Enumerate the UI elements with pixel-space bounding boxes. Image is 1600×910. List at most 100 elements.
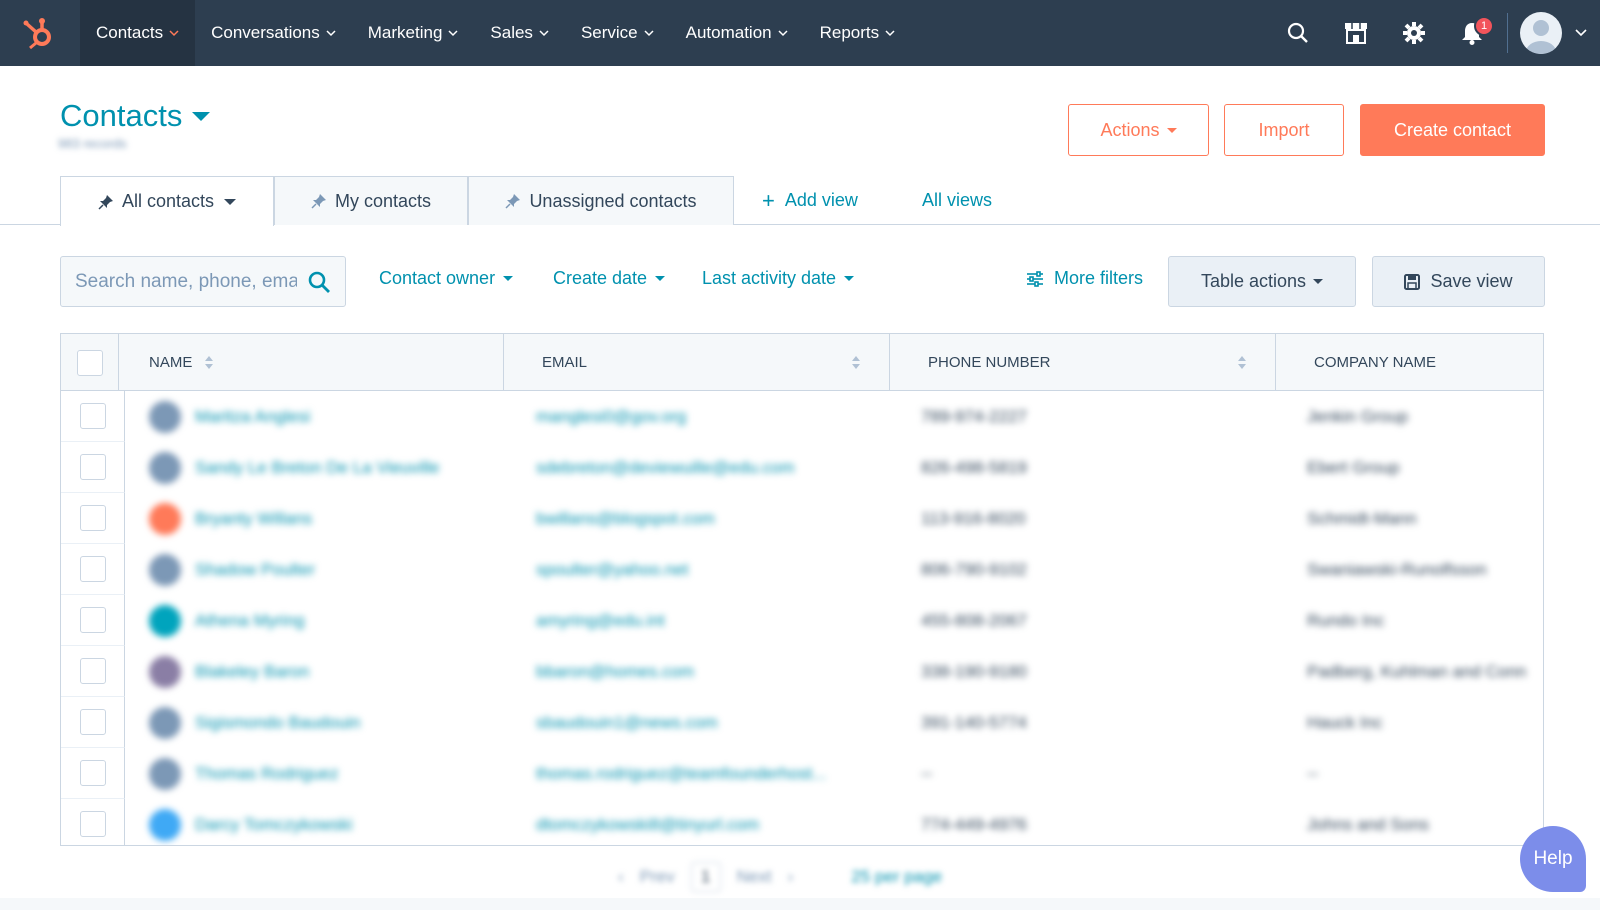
last-activity-date-filter[interactable]: Last activity date xyxy=(702,268,855,289)
contact-name-cell[interactable]: Blakeley Baron xyxy=(149,646,529,697)
row-checkbox[interactable] xyxy=(79,811,106,837)
nav-item-reports[interactable]: Reports xyxy=(804,0,912,66)
sort-icon[interactable] xyxy=(205,356,213,369)
row-checkbox[interactable] xyxy=(79,607,106,633)
contact-email[interactable]: manglesi0@gov.org xyxy=(536,391,916,442)
row-checkbox[interactable] xyxy=(79,709,106,735)
contact-company: Johns and Sons xyxy=(1307,814,1429,834)
contact-avatar xyxy=(149,451,181,484)
bell-icon[interactable]: 1 xyxy=(1443,0,1501,66)
prev-chevron-icon[interactable]: ‹ xyxy=(618,867,624,887)
table-actions-button[interactable]: Table actions xyxy=(1168,256,1356,307)
per-page-select[interactable]: 25 per page xyxy=(851,867,942,887)
contact-email[interactable]: sbaudouin1@news.com xyxy=(536,697,916,748)
contact-email[interactable]: bbaron@homes.com xyxy=(536,646,916,697)
nav-item-conversations[interactable]: Conversations xyxy=(195,0,352,66)
contact-email[interactable]: amyring@edu.int xyxy=(536,595,916,646)
marketplace-icon[interactable] xyxy=(1327,0,1385,66)
caret-down-icon xyxy=(844,276,855,281)
help-button[interactable]: Help xyxy=(1520,826,1586,892)
create-contact-button[interactable]: Create contact xyxy=(1360,104,1545,156)
contact-owner-filter[interactable]: Contact owner xyxy=(379,268,514,289)
row-checkbox[interactable] xyxy=(79,658,106,684)
contact-phone: 789-974-2227 xyxy=(921,406,1027,426)
import-button-label: Import xyxy=(1258,119,1310,140)
hubspot-logo-icon[interactable] xyxy=(0,0,80,66)
more-filters-button[interactable]: More filters xyxy=(1026,268,1143,289)
contact-avatar xyxy=(149,502,181,535)
next-chevron-icon[interactable]: › xyxy=(788,867,794,887)
contact-name: Bryanty Willans xyxy=(195,508,313,528)
nav-item-label: Conversations xyxy=(211,23,320,42)
contact-email[interactable]: bwillans@blogspot.com xyxy=(536,493,916,544)
nav-item-sales[interactable]: Sales xyxy=(474,0,565,66)
actions-button[interactable]: Actions xyxy=(1068,104,1209,156)
select-all-checkbox[interactable] xyxy=(76,349,103,376)
current-page[interactable]: 1 xyxy=(690,862,721,892)
page-title[interactable]: Contacts xyxy=(60,98,211,134)
contact-name-cell[interactable]: Thomas Rodriguez xyxy=(149,748,529,799)
tab-unassigned-contacts[interactable]: Unassigned contacts xyxy=(468,176,734,225)
top-navigation-bar: Contacts Conversations Marketing Sales S… xyxy=(0,0,1600,66)
contact-email[interactable]: spoulter@yahoo.net xyxy=(536,544,916,595)
column-header-email[interactable]: EMAIL xyxy=(504,334,890,391)
row-checkbox[interactable] xyxy=(79,403,106,429)
user-avatar-icon[interactable] xyxy=(1520,12,1562,54)
prev-page-button[interactable]: Prev xyxy=(640,867,675,887)
import-button[interactable]: Import xyxy=(1224,104,1344,156)
nav-item-marketing[interactable]: Marketing xyxy=(352,0,475,66)
chevron-down-icon xyxy=(778,28,788,38)
nav-item-service[interactable]: Service xyxy=(565,0,670,66)
add-view-button[interactable]: + Add view xyxy=(762,189,858,211)
search-input[interactable] xyxy=(75,270,297,293)
column-header-phone-number[interactable]: PHONE NUMBER xyxy=(890,334,1276,391)
row-select-cell xyxy=(61,799,125,845)
nav-item-automation[interactable]: Automation xyxy=(670,0,804,66)
pin-icon xyxy=(505,193,521,209)
all-views-link[interactable]: All views xyxy=(922,190,992,211)
row-checkbox[interactable] xyxy=(79,556,106,582)
row-checkbox[interactable] xyxy=(79,454,106,480)
row-select-cell xyxy=(61,697,125,748)
contact-name-cell[interactable]: Shadow Poulter xyxy=(149,544,529,595)
column-header-label: EMAIL xyxy=(542,354,588,371)
contact-company: Schmidt-Mann xyxy=(1307,508,1417,528)
contact-name-cell[interactable]: Bryanty Willans xyxy=(149,493,529,544)
contact-name-cell[interactable]: Athena Myring xyxy=(149,595,529,646)
create-contact-button-label: Create contact xyxy=(1393,119,1512,140)
row-select-cell xyxy=(61,442,125,493)
sort-icon[interactable] xyxy=(852,356,860,369)
search-field xyxy=(60,256,346,307)
contact-name-cell[interactable]: Sigismondo Baudouin xyxy=(149,697,529,748)
save-view-button[interactable]: Save view xyxy=(1372,256,1545,307)
tab-my-contacts[interactable]: My contacts xyxy=(274,176,468,225)
table-row: Bryanty Willans bwillans@blogspot.com 113-… xyxy=(61,493,1543,544)
nav-item-contacts[interactable]: Contacts xyxy=(80,0,196,66)
contact-phone: 113-916-8020 xyxy=(921,508,1026,528)
row-checkbox[interactable] xyxy=(79,505,106,531)
column-header-name[interactable]: NAME xyxy=(119,334,504,391)
contact-phone: 806-790-9102 xyxy=(921,559,1027,579)
search-icon[interactable] xyxy=(307,270,331,294)
contact-name: Blakeley Baron xyxy=(195,661,310,681)
contact-email[interactable]: dtomczykowski8@tinyurl.com xyxy=(536,799,916,845)
column-header-company-name[interactable]: COMPANY NAME xyxy=(1276,334,1543,391)
chevron-down-icon[interactable] xyxy=(1562,0,1600,66)
contact-avatar xyxy=(149,757,181,790)
chevron-down-icon xyxy=(644,28,654,38)
sort-icon[interactable] xyxy=(1238,356,1246,369)
row-checkbox[interactable] xyxy=(79,760,106,786)
next-page-button[interactable]: Next xyxy=(737,867,772,887)
filter-label: Last activity date xyxy=(702,268,837,288)
column-header-label: COMPANY NAME xyxy=(1314,354,1436,371)
contact-name-cell[interactable]: Darcy Tomczykowski xyxy=(149,799,529,845)
contact-name-cell[interactable]: Maritza Anglesi xyxy=(149,391,529,442)
contact-email[interactable]: thomas.rodriguez@teamfounderhost... xyxy=(536,748,916,799)
contact-email[interactable]: sdebreton@deviewuille@edu.com xyxy=(536,442,916,493)
contact-name-cell[interactable]: Sandy Le Breton De La Vieuville xyxy=(149,442,529,493)
tab-all-contacts[interactable]: All contacts xyxy=(60,176,274,226)
gear-icon[interactable] xyxy=(1385,0,1443,66)
search-icon[interactable] xyxy=(1269,0,1327,66)
more-filters-label: More filters xyxy=(1054,268,1144,288)
create-date-filter[interactable]: Create date xyxy=(553,268,666,289)
